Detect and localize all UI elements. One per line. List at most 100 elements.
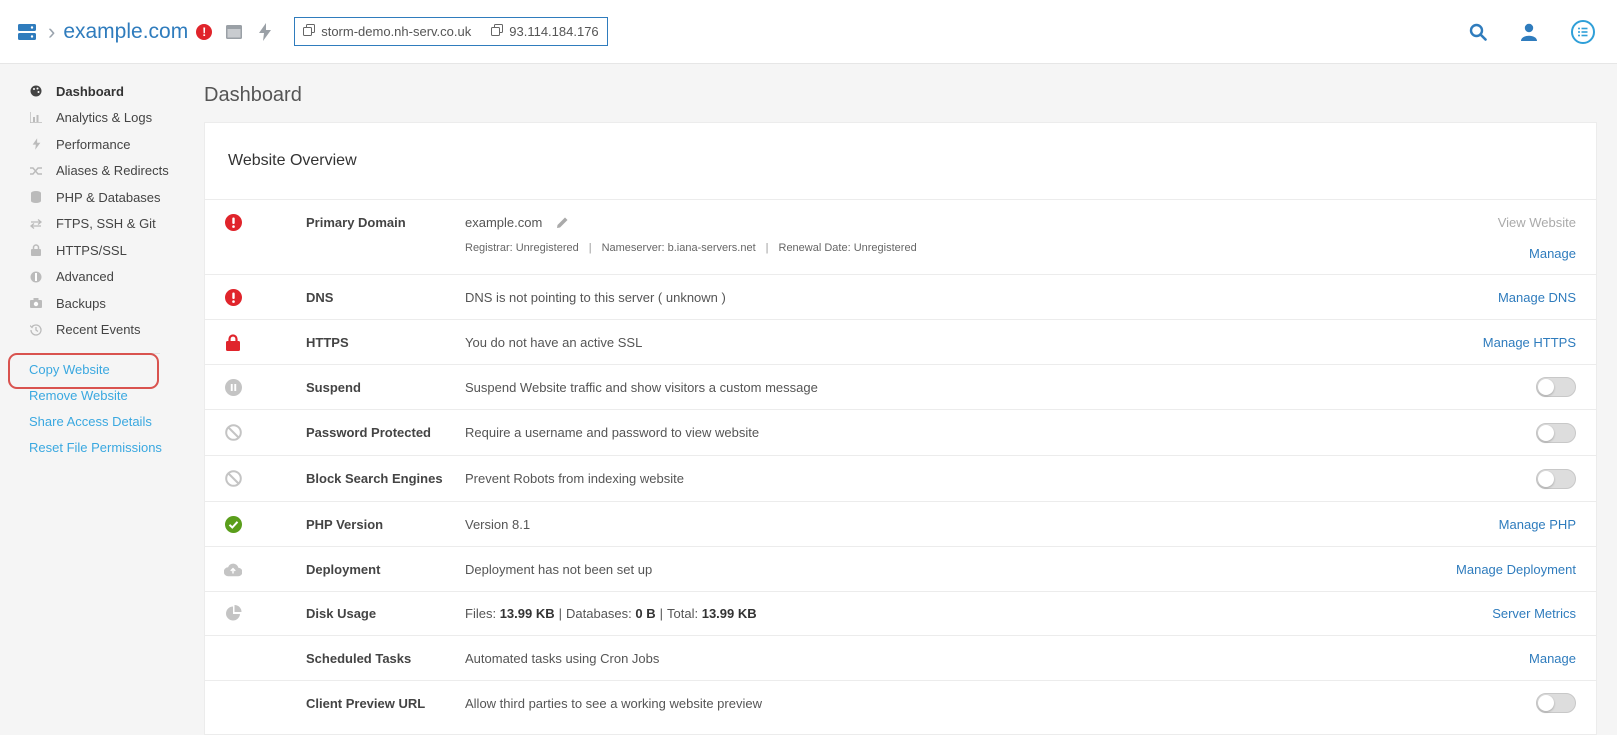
server-info-box: storm-demo.nh-serv.co.uk 93.114.184.176 xyxy=(294,17,608,46)
reset-file-permissions-link[interactable]: Reset File Permissions xyxy=(0,434,190,460)
pie-chart-icon xyxy=(224,605,242,623)
row-desc: DNS is not pointing to this server ( unk… xyxy=(465,289,726,305)
sidebar-item-ftps[interactable]: FTPS, SSH & Git xyxy=(0,211,190,238)
sidebar-item-label: Dashboard xyxy=(56,83,124,99)
copy-icon xyxy=(491,24,504,39)
primary-domain-value: example.com xyxy=(465,215,543,230)
search-icon[interactable] xyxy=(1469,23,1487,41)
error-icon xyxy=(224,288,242,306)
error-icon xyxy=(224,213,242,231)
row-label: Primary Domain xyxy=(306,215,406,230)
separator: | xyxy=(558,606,562,621)
exchange-icon xyxy=(29,218,43,229)
sidebar-item-backups[interactable]: Backups xyxy=(0,290,190,317)
sidebar-item-analytics[interactable]: Analytics & Logs xyxy=(0,105,190,132)
shuffle-icon xyxy=(29,166,43,176)
sidebar: Dashboard Analytics & Logs Performance A… xyxy=(0,64,190,735)
row-php-version: PHP Version Version 8.1 Manage PHP xyxy=(205,502,1596,547)
manage-php-link[interactable]: Manage PHP xyxy=(1499,517,1576,532)
client-preview-toggle[interactable] xyxy=(1536,693,1576,713)
sidebar-item-label: Aliases & Redirects xyxy=(56,163,169,179)
row-primary-domain: Primary Domain example.com Registrar: Un… xyxy=(205,200,1596,275)
bolt-icon[interactable] xyxy=(258,22,272,41)
block-search-engines-toggle[interactable] xyxy=(1536,468,1576,489)
sidebar-item-label: Performance xyxy=(56,136,131,152)
lock-icon xyxy=(29,244,43,257)
sidebar-item-advanced[interactable]: Advanced xyxy=(0,264,190,291)
sidebar-item-https[interactable]: HTTPS/SSL xyxy=(0,237,190,264)
sidebar-item-performance[interactable]: Performance xyxy=(0,131,190,158)
pause-icon xyxy=(224,378,242,396)
user-icon[interactable] xyxy=(1521,23,1537,41)
suspend-toggle[interactable] xyxy=(1536,377,1576,397)
camera-icon xyxy=(29,298,43,309)
sidebar-item-dashboard[interactable]: Dashboard xyxy=(0,78,190,105)
row-label: DNS xyxy=(306,289,334,305)
sidebar-nav: Dashboard Analytics & Logs Performance A… xyxy=(0,78,190,343)
manage-deployment-link[interactable]: Manage Deployment xyxy=(1456,562,1576,577)
row-client-preview-url: Client Preview URL Allow third parties t… xyxy=(205,681,1596,725)
top-bar: › example.com ! storm-demo.nh-serv.co.uk… xyxy=(0,0,1617,64)
ip-text: 93.114.184.176 xyxy=(509,24,599,39)
row-https: HTTPS You do not have an active SSL Mana… xyxy=(205,320,1596,365)
hostname-text: storm-demo.nh-serv.co.uk xyxy=(321,24,472,39)
view-website-link[interactable]: View Website xyxy=(1498,215,1576,230)
sidebar-item-label: Recent Events xyxy=(56,322,141,338)
row-label: Client Preview URL xyxy=(306,695,426,711)
server-icon[interactable] xyxy=(18,23,36,40)
page-title: Dashboard xyxy=(204,84,302,106)
share-access-details-link[interactable]: Share Access Details xyxy=(0,408,190,434)
menu-list-icon[interactable] xyxy=(1571,20,1595,44)
sidebar-item-label: FTPS, SSH & Git xyxy=(56,216,156,232)
server-metrics-link[interactable]: Server Metrics xyxy=(1492,606,1576,621)
copy-website-link[interactable]: Copy Website xyxy=(0,356,190,382)
separator: | xyxy=(765,242,769,254)
manage-https-link[interactable]: Manage HTTPS xyxy=(1483,335,1576,350)
alert-icon[interactable]: ! xyxy=(196,23,213,40)
copy-hostname-button[interactable]: storm-demo.nh-serv.co.uk xyxy=(303,24,471,39)
files-label: Files: xyxy=(465,606,497,621)
separator: | xyxy=(659,606,664,621)
row-label: HTTPS xyxy=(306,334,349,350)
chevron-right-icon: › xyxy=(48,18,56,44)
edit-pencil-icon[interactable] xyxy=(556,216,569,232)
row-scheduled-tasks: Scheduled Tasks Automated tasks using Cr… xyxy=(205,636,1596,681)
registrar-text: Registrar: Unregistered xyxy=(465,242,579,254)
row-deployment: Deployment Deployment has not been set u… xyxy=(205,547,1596,592)
copy-icon xyxy=(303,24,316,39)
sidebar-item-label: Backups xyxy=(56,295,106,311)
row-dns: DNS DNS is not pointing to this server (… xyxy=(205,275,1596,320)
nameserver-text: Nameserver: b.iana-servers.net xyxy=(601,242,756,254)
row-desc: You do not have an active SSL xyxy=(465,334,643,350)
files-value: 13.99 KB xyxy=(499,606,555,621)
website-overview-card: Website Overview Primary Domain example.… xyxy=(204,122,1597,735)
row-label: Suspend xyxy=(306,379,361,395)
ban-icon xyxy=(224,424,242,442)
row-label: Block Search Engines xyxy=(306,471,443,486)
wrench-icon xyxy=(29,271,43,283)
copy-ip-button[interactable]: 93.114.184.176 xyxy=(491,24,599,39)
ban-icon xyxy=(224,470,242,488)
manage-dns-link[interactable]: Manage DNS xyxy=(1498,290,1576,305)
manage-cron-link[interactable]: Manage xyxy=(1529,651,1576,666)
row-label: Password Protected xyxy=(306,425,431,440)
databases-label: Databases: xyxy=(566,606,632,621)
password-protected-toggle[interactable] xyxy=(1536,422,1576,443)
sidebar-item-recent-events[interactable]: Recent Events xyxy=(0,317,190,344)
remove-website-link[interactable]: Remove Website xyxy=(0,382,190,408)
databases-value: 0 B xyxy=(635,606,656,621)
domain-title[interactable]: example.com xyxy=(63,20,188,44)
domain-meta: Registrar: Unregistered | Nameserver: b.ia… xyxy=(465,242,917,254)
sidebar-item-php-databases[interactable]: PHP & Databases xyxy=(0,184,190,211)
row-block-search-engines: Block Search Engines Prevent Robots from… xyxy=(205,456,1596,502)
manage-domain-link[interactable]: Manage xyxy=(1529,246,1576,261)
sidebar-divider xyxy=(30,353,160,354)
browser-window-icon[interactable] xyxy=(226,24,243,39)
renewal-text: Renewal Date: Unregistered xyxy=(778,242,917,254)
sidebar-item-aliases[interactable]: Aliases & Redirects xyxy=(0,158,190,185)
sidebar-item-label: Advanced xyxy=(56,269,114,285)
row-desc: Version 8.1 xyxy=(465,516,531,532)
row-desc: Allow third parties to see a working web… xyxy=(465,695,762,711)
cloud-upload-icon xyxy=(224,560,242,578)
row-label: Deployment xyxy=(306,561,381,577)
